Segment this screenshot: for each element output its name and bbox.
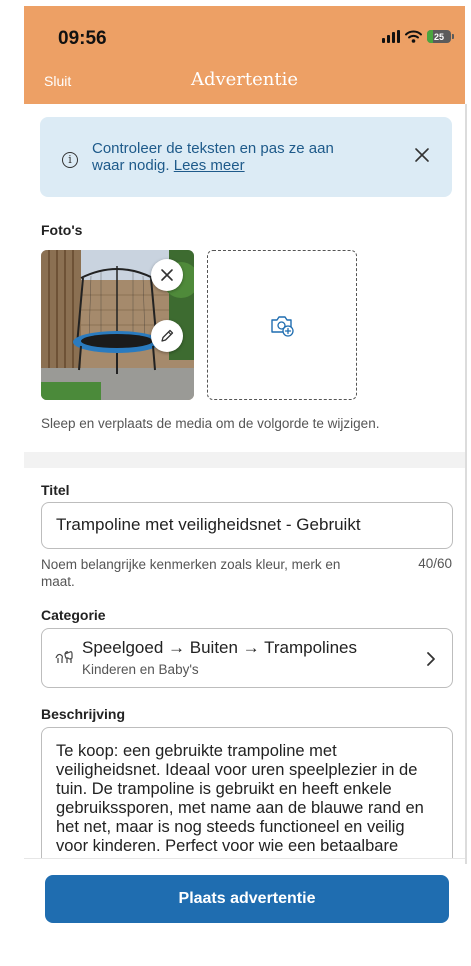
photos-hint: Sleep en verplaats de media om de volgor… [41, 416, 380, 431]
title-hint: Noem belangrijke kenmerken zoals kleur, … [41, 557, 341, 589]
title-label: Titel [41, 482, 70, 498]
description-textarea[interactable]: Te koop: een gebruikte trampoline met ve… [41, 727, 453, 858]
page-title: Advertentie [190, 69, 299, 90]
chevron-right-icon [427, 652, 435, 666]
add-photo-button[interactable] [207, 250, 357, 400]
remove-photo-button[interactable] [151, 259, 183, 291]
place-ad-button[interactable]: Plaats advertentie [45, 875, 449, 923]
close-icon[interactable] [412, 145, 432, 165]
section-divider [24, 452, 465, 468]
pencil-icon [161, 329, 174, 342]
app-header: 09:56 25 Sluit Advertentie [24, 6, 465, 104]
read-more-link[interactable]: Lees meer [174, 157, 245, 174]
title-input[interactable]: Trampoline met veiligheidsnet - Gebruikt [41, 502, 453, 549]
close-icon [161, 269, 173, 281]
toys-icon [55, 651, 73, 663]
title-character-counter: 40/60 [418, 556, 452, 571]
category-parent: Kinderen en Baby's [82, 662, 199, 677]
signal-icon [382, 30, 400, 43]
category-selector[interactable]: Speelgoed → Buiten → Trampolines Kindere… [41, 628, 453, 688]
info-banner: i Controleer de teksten en pas ze aan wa… [40, 117, 452, 197]
bottom-action-bar: Plaats advertentie [24, 858, 465, 966]
edit-photo-button[interactable] [151, 320, 183, 352]
status-time: 09:56 [58, 28, 107, 49]
add-photo-icon [271, 316, 294, 337]
category-path: Speelgoed → Buiten → Trampolines [82, 638, 357, 657]
status-icons: 25 [382, 30, 454, 43]
info-banner-text: Controleer de teksten en pas ze aan waar… [92, 140, 352, 174]
form-content[interactable]: i Controleer de teksten en pas ze aan wa… [24, 104, 465, 858]
category-label: Categorie [41, 607, 106, 623]
photos-label: Foto's [41, 222, 83, 238]
description-label: Beschrijving [41, 706, 126, 722]
battery-icon: 25 [427, 30, 454, 43]
battery-percentage: 25 [433, 31, 444, 42]
wifi-icon [405, 30, 422, 43]
info-icon: i [62, 152, 78, 168]
scrollbar-track [465, 104, 467, 864]
